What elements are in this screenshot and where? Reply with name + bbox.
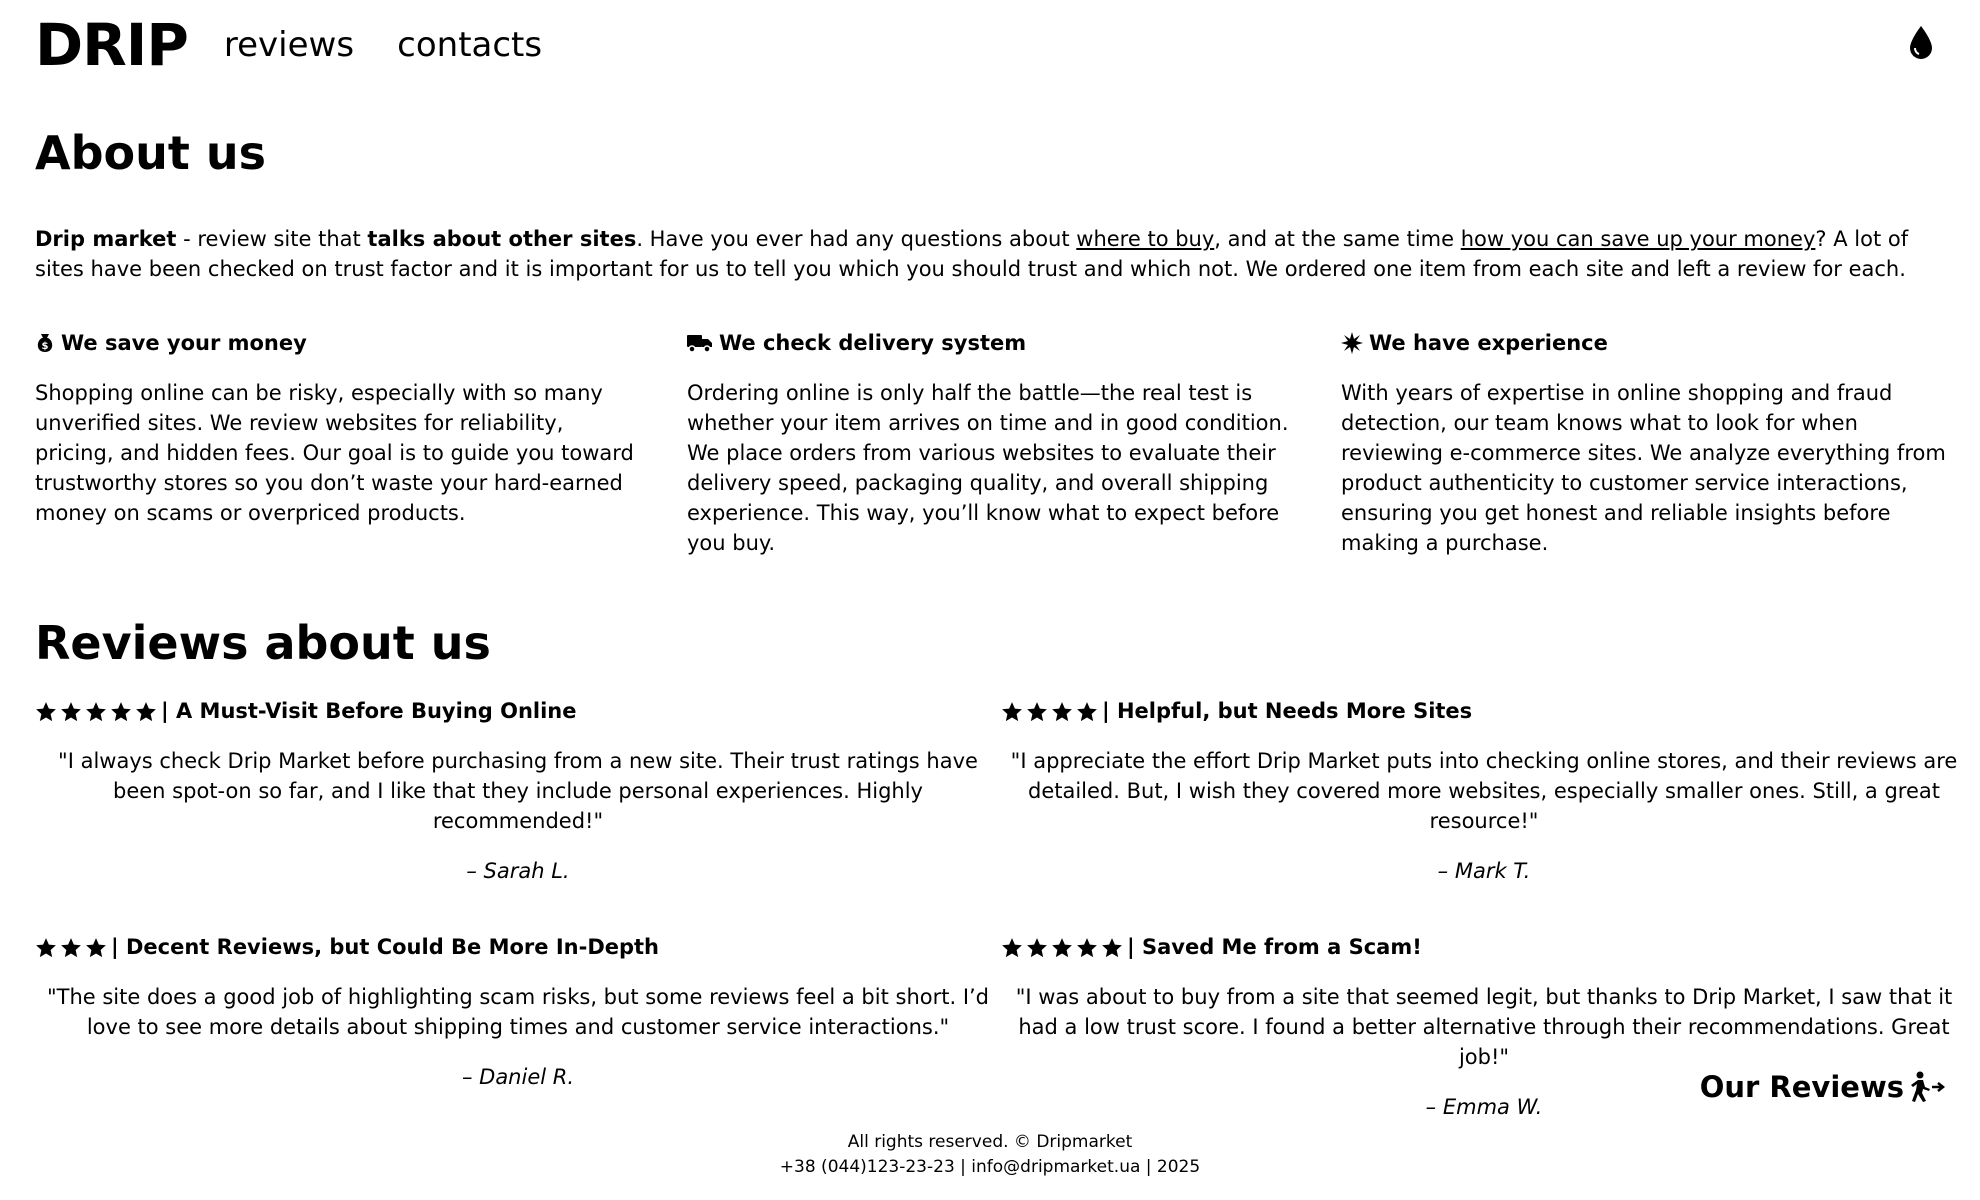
feature-title: We have experience (1341, 328, 1946, 358)
review-quote: "I was about to buy from a site that see… (1015, 985, 1953, 1069)
footer-contacts: +38 (044)123-23-23 | info@dripmarket.ua … (779, 1157, 1201, 1177)
logo[interactable]: DRIP (35, 16, 189, 74)
intro-text: - review site that (176, 227, 368, 251)
review-rating (1001, 937, 1123, 958)
review-title-text: | Decent Reviews, but Could Be More In-D… (111, 935, 660, 959)
feature-title: $ We save your money (35, 328, 687, 358)
walking-arrow-icon (1911, 1071, 1946, 1102)
star-icon (1002, 701, 1022, 721)
feature-title-text: We save your money (61, 331, 307, 355)
star-icon (36, 937, 56, 957)
feature-title-text: We have experience (1369, 331, 1608, 355)
feature-title: We check delivery system (687, 328, 1341, 358)
star-icon (36, 701, 56, 721)
review-quote: "I appreciate the effort Drip Market put… (1010, 749, 1958, 833)
star-icon (1027, 701, 1047, 721)
star-icon (1052, 937, 1072, 957)
review-rating (1001, 701, 1098, 722)
review-title-text: | Saved Me from a Scam! (1127, 935, 1422, 959)
star-icon (86, 937, 106, 957)
review-title-text: | Helpful, but Needs More Sites (1102, 699, 1473, 723)
review-title: | Decent Reviews, but Could Be More In-D… (35, 932, 1001, 962)
review-author: – Mark T. (1437, 859, 1531, 883)
review-card: | A Must-Visit Before Buying Online "I al… (35, 696, 1001, 886)
star-icon (136, 701, 156, 721)
star-icon (61, 937, 81, 957)
feature-text: With years of expertise in online shoppi… (1341, 381, 1946, 555)
review-title: | Helpful, but Needs More Sites (1001, 696, 1967, 726)
our-reviews-label: Our Reviews (1699, 1070, 1904, 1104)
review-quote: "The site does a good job of highlightin… (46, 985, 990, 1039)
review-title-text: | A Must-Visit Before Buying Online (161, 699, 577, 723)
link-where-to-buy[interactable]: where to buy (1076, 227, 1214, 251)
star-icon (1102, 937, 1122, 957)
star-icon (1002, 937, 1022, 957)
star-icon (1077, 701, 1097, 721)
review-card: | Decent Reviews, but Could Be More In-D… (35, 932, 1001, 1122)
brand-name: Drip market (35, 227, 177, 251)
review-rating (35, 701, 157, 722)
feature-experience: We have experience With years of experti… (1341, 328, 1946, 558)
intro-text: , and at the same time (1214, 227, 1461, 251)
reviews-grid: | A Must-Visit Before Buying Online "I al… (35, 696, 1957, 1168)
star-icon (1027, 937, 1047, 957)
money-bag-icon: $ (37, 334, 53, 352)
link-save-money[interactable]: how you can save up your money (1461, 227, 1816, 251)
nav-link-contacts[interactable]: contacts (397, 25, 542, 65)
feature-text: Shopping online can be risky, especially… (35, 381, 634, 525)
review-quote: "I always check Drip Market before purch… (58, 749, 978, 833)
footer-copyright: All rights reserved. © Dripmarket (847, 1132, 1133, 1152)
review-title: | A Must-Visit Before Buying Online (35, 696, 1001, 726)
review-card: | Helpful, but Needs More Sites "I apprec… (1001, 696, 1967, 886)
feature-delivery: We check delivery system Ordering online… (687, 328, 1341, 558)
nav-link-reviews[interactable]: reviews (224, 25, 354, 65)
svg-text:$: $ (42, 341, 49, 352)
truck-icon (687, 335, 712, 353)
review-title: | Saved Me from a Scam! (1001, 932, 1967, 962)
star-icon (61, 701, 81, 721)
page: DRIP reviews contacts About us Drip mark… (0, 0, 1980, 1177)
feature-text: Ordering online is only half the battle—… (687, 381, 1289, 555)
star-icon (86, 701, 106, 721)
review-author: – Sarah L. (466, 859, 570, 883)
main-nav: reviews contacts (224, 25, 580, 65)
burst-icon (1341, 332, 1363, 354)
intro-paragraph: Drip market - review site that talks abo… (35, 224, 1946, 284)
review-author: – Daniel R. (461, 1065, 575, 1089)
header: DRIP reviews contacts (35, 0, 1946, 90)
review-rating (35, 937, 107, 958)
about-title: About us (35, 126, 267, 180)
our-reviews-link[interactable]: Our Reviews (1700, 1070, 1946, 1104)
features: $ We save your money Shopping online can… (35, 328, 1946, 558)
star-icon (111, 701, 131, 721)
star-icon (1052, 701, 1072, 721)
footer: All rights reserved. © Dripmarket +38 (0… (0, 1130, 1980, 1180)
star-icon (1077, 937, 1097, 957)
intro-bold: talks about other sites (367, 227, 637, 251)
intro-text: . Have you ever had any questions about (636, 227, 1077, 251)
feature-save-money: $ We save your money Shopping online can… (35, 328, 687, 558)
feature-title-text: We check delivery system (719, 331, 1027, 355)
reviews-title: Reviews about us (35, 616, 491, 670)
drop-icon[interactable] (1906, 24, 1936, 62)
